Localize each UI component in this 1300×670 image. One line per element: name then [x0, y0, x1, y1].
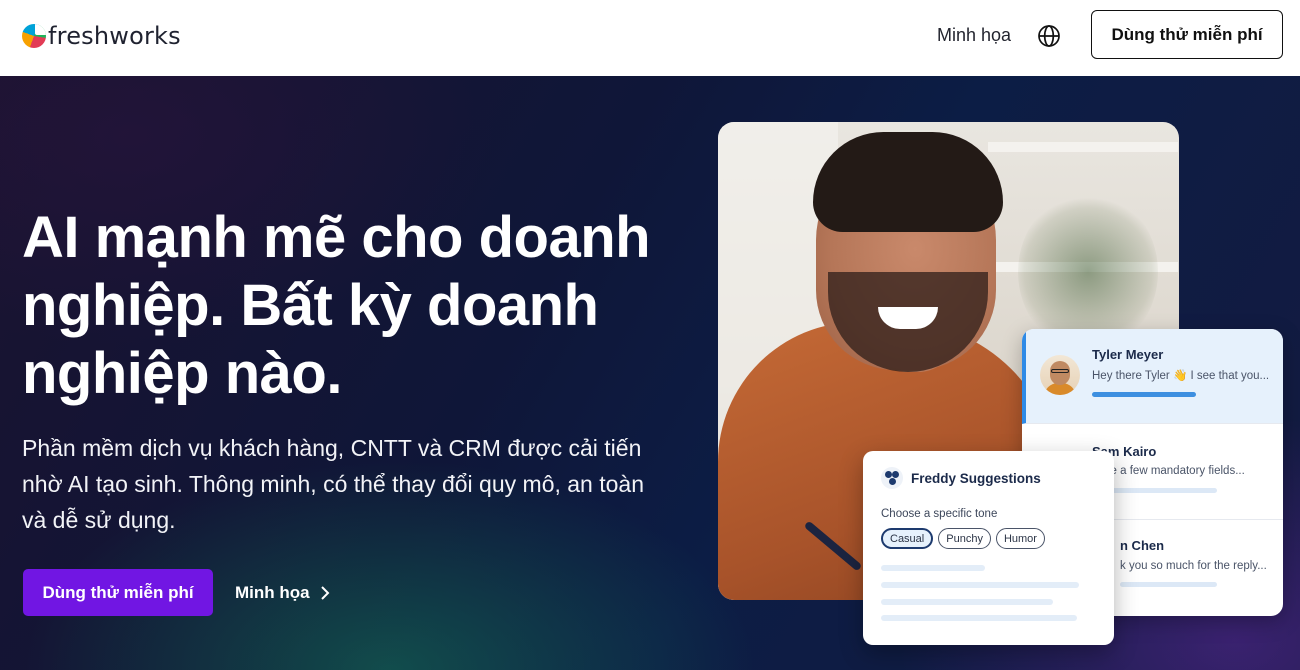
conversation-name: Tyler Meyer [1092, 347, 1164, 362]
nav-demo-link[interactable]: Minh họa [937, 25, 1011, 46]
skeleton-line [881, 582, 1079, 588]
hero-headline: AI mạnh mẽ cho doanh nghiệp. Bất kỳ doan… [22, 205, 651, 406]
hero-section: AI mạnh mẽ cho doanh nghiệp. Bất kỳ doan… [0, 76, 1300, 670]
conversation-preview: have a few mandatory fields... [1092, 465, 1245, 477]
tone-chip-humor[interactable]: Humor [995, 528, 1045, 549]
freshworks-logo-icon [22, 24, 46, 48]
conversation-item[interactable]: Tyler Meyer Hey there Tyler 👋 I see that… [1022, 329, 1283, 424]
top-nav: freshworks Minh họa Dùng thử miễn phí [0, 0, 1300, 76]
person-hair [813, 132, 1003, 232]
skeleton-line [881, 599, 1053, 605]
freddy-title: Freddy Suggestions [911, 471, 1041, 486]
freshworks-logo[interactable]: freshworks [22, 20, 181, 52]
chevron-right-icon [320, 586, 330, 600]
demo-link[interactable]: Minh họa [235, 580, 330, 606]
free-trial-button[interactable]: Dùng thử miễn phí [23, 569, 213, 616]
freddy-ai-icon [881, 467, 903, 489]
plant [1018, 192, 1158, 352]
tone-chip-casual[interactable]: Casual [881, 528, 934, 549]
shelf-board [988, 142, 1178, 152]
free-trial-button-header[interactable]: Dùng thử miễn phí [1091, 10, 1283, 59]
freddy-suggestions-card: Freddy Suggestions Choose a specific ton… [863, 451, 1114, 645]
hero-subtext: Phần mềm dịch vụ khách hàng, CNTT và CRM… [22, 435, 644, 533]
tone-label: Choose a specific tone [881, 508, 998, 520]
logo-text: freshworks [48, 22, 181, 50]
avatar [1040, 355, 1080, 395]
skeleton-line [881, 565, 985, 571]
demo-link-label: Minh họa [235, 583, 310, 602]
conversation-preview: k you so much for the reply... [1120, 560, 1267, 572]
tone-chip-punchy[interactable]: Punchy [938, 528, 991, 549]
skeleton-line [881, 615, 1077, 621]
skeleton-bar [1120, 582, 1217, 587]
conversation-preview: Hey there Tyler 👋 I see that you... [1092, 370, 1270, 382]
tone-chips: Casual Punchy Humor [881, 528, 1045, 549]
progress-bar [1092, 392, 1196, 397]
conversation-name: n Chen [1120, 538, 1165, 553]
globe-icon[interactable] [1037, 24, 1061, 48]
